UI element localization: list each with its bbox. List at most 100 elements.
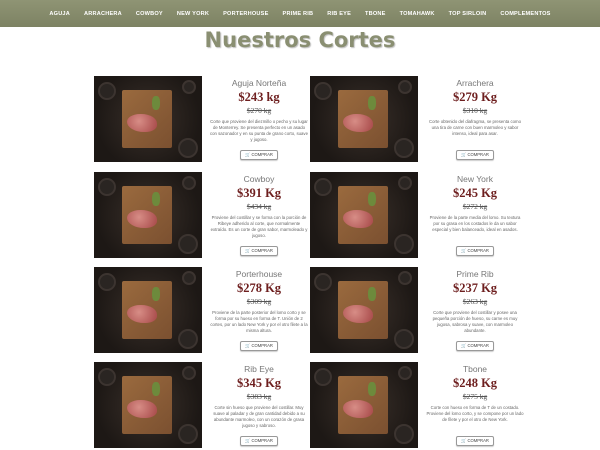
buy-button[interactable]: 🛒 COMPRAR (240, 436, 278, 446)
bowl-decoration (182, 366, 196, 380)
product-image[interactable] (310, 362, 418, 448)
product-description: Proviene de la parte posterior del lomo … (210, 310, 308, 333)
product-card: Cowboy $391 Kg $434 kg Proviene del cost… (94, 172, 314, 258)
product-description: Proviene del costillar y se forma con la… (210, 215, 308, 238)
product-description: Corte que proviene del costillar y posee… (432, 310, 518, 333)
product-name: Porterhouse (235, 269, 283, 279)
bowl-decoration (398, 176, 412, 190)
product-card: Aguja Norteña $243 kg $270 kg Corte que … (94, 76, 314, 162)
product-card: Rib Eye $345 Kg $383 kg Corte sin hueso … (94, 362, 314, 448)
product-name: Rib Eye (244, 364, 274, 374)
bowl-decoration (182, 80, 196, 94)
buy-button[interactable]: 🛒 COMPRAR (240, 246, 278, 256)
product-image[interactable] (310, 172, 418, 258)
product-image[interactable] (94, 362, 202, 448)
product-info: Aguja Norteña $243 kg $270 kg Corte que … (206, 76, 312, 162)
product-description: Corte que proviene del diezmillo o pecho… (210, 119, 308, 142)
nav-item-prime-rib[interactable]: PRIME RIB (283, 11, 314, 17)
product-description: Corte sin hueso que proviene del costill… (213, 405, 305, 428)
product-image[interactable] (310, 76, 418, 162)
product-image[interactable] (94, 267, 202, 353)
product-old-price: $270 kg (246, 106, 272, 115)
bowl-decoration (178, 138, 198, 158)
product-card: Porterhouse $278 Kg $309 kg Proviene de … (94, 267, 314, 353)
product-price: $243 kg (238, 90, 280, 104)
herb-decoration (152, 96, 160, 110)
product-card: Prime Rib $237 Kg $263 kg Corte que prov… (310, 267, 530, 353)
top-navigation: AGUJA ARRACHERA COWBOY NEW YORK PORTERHO… (0, 0, 600, 27)
nav-item-top-sirloin[interactable]: TOP SIRLOIN (449, 11, 487, 17)
bowl-decoration (182, 271, 196, 285)
product-info: Porterhouse $278 Kg $309 kg Proviene de … (206, 267, 312, 353)
product-old-price: $272 kg (462, 202, 488, 211)
buy-button-label: COMPRAR (467, 248, 489, 253)
nav-item-tomahawk[interactable]: TOMAHAWK (400, 11, 435, 17)
bowl-decoration (182, 176, 196, 190)
nav-item-tbone[interactable]: TBONE (365, 11, 386, 17)
herb-decoration (368, 96, 376, 110)
product-card: Tbone $248 Kg $275 kg Corte con hueso en… (310, 362, 530, 448)
nav-item-complementos[interactable]: COMPLEMENTOS (500, 11, 550, 17)
product-image[interactable] (310, 267, 418, 353)
bowl-decoration (98, 368, 116, 386)
product-name: Cowboy (243, 174, 275, 184)
product-info: Tbone $248 Kg $275 kg Corte con hueso en… (422, 362, 528, 448)
buy-button-label: COMPRAR (467, 438, 489, 443)
bowl-decoration (398, 366, 412, 380)
product-price: $278 Kg (236, 281, 282, 295)
nav-item-cowboy[interactable]: COWBOY (136, 11, 163, 17)
buy-button-label: COMPRAR (467, 343, 489, 348)
product-old-price: $310 kg (462, 106, 488, 115)
bowl-decoration (98, 82, 116, 100)
product-old-price: $275 kg (462, 392, 488, 401)
product-name: Tbone (462, 364, 488, 374)
product-card: New York $245 Kg $272 kg Proviene de la … (310, 172, 530, 258)
buy-button-label: COMPRAR (467, 152, 489, 157)
product-old-price: $263 kg (462, 297, 488, 306)
product-old-price: $434 kg (246, 202, 272, 211)
product-name: Arrachera (456, 78, 494, 88)
product-description: Corte con hueso en forma de T de un cost… (426, 405, 524, 422)
product-image[interactable] (94, 172, 202, 258)
product-price: $279 Kg (452, 90, 498, 104)
page-title: Nuestros Cortes (204, 28, 396, 52)
buy-button[interactable]: 🛒 COMPRAR (456, 246, 494, 256)
product-description: Corte obtenido del diafragma, se present… (429, 119, 521, 136)
buy-button[interactable]: 🛒 COMPRAR (456, 150, 494, 160)
herb-decoration (152, 382, 160, 396)
buy-button[interactable]: 🛒 COMPRAR (456, 436, 494, 446)
product-description: Proviene de la parte media del lomo. Su … (429, 215, 521, 232)
herb-decoration (152, 287, 160, 301)
nav-item-rib-eye[interactable]: RIB EYE (327, 11, 351, 17)
product-info: Rib Eye $345 Kg $383 kg Corte sin hueso … (206, 362, 312, 448)
bowl-decoration (394, 329, 414, 349)
product-info: Prime Rib $237 Kg $263 kg Corte que prov… (422, 267, 528, 353)
bowl-decoration (178, 424, 198, 444)
product-name: Aguja Norteña (231, 78, 287, 88)
buy-button[interactable]: 🛒 COMPRAR (456, 341, 494, 351)
product-info: Arrachera $279 Kg $310 kg Corte obtenido… (422, 76, 528, 162)
nav-item-aguja[interactable]: AGUJA (49, 11, 70, 17)
buy-button[interactable]: 🛒 COMPRAR (240, 341, 278, 351)
bowl-decoration (314, 368, 332, 386)
buy-button-label: COMPRAR (251, 438, 273, 443)
bowl-decoration (178, 329, 198, 349)
product-info: New York $245 Kg $272 kg Proviene de la … (422, 172, 528, 258)
bowl-decoration (394, 138, 414, 158)
herb-decoration (368, 287, 376, 301)
product-old-price: $309 kg (246, 297, 272, 306)
herb-decoration (368, 382, 376, 396)
product-price: $345 Kg (236, 376, 282, 390)
product-name: New York (457, 174, 493, 184)
bowl-decoration (314, 178, 332, 196)
product-image[interactable] (94, 76, 202, 162)
herb-decoration (152, 192, 160, 206)
bowl-decoration (98, 273, 116, 291)
nav-item-porterhouse[interactable]: PORTERHOUSE (223, 11, 268, 17)
nav-item-arrachera[interactable]: ARRACHERA (84, 11, 122, 17)
bowl-decoration (394, 424, 414, 444)
bowl-decoration (398, 80, 412, 94)
buy-button[interactable]: 🛒 COMPRAR (240, 150, 278, 160)
nav-item-new-york[interactable]: NEW YORK (177, 11, 209, 17)
product-price: $237 Kg (452, 281, 498, 295)
